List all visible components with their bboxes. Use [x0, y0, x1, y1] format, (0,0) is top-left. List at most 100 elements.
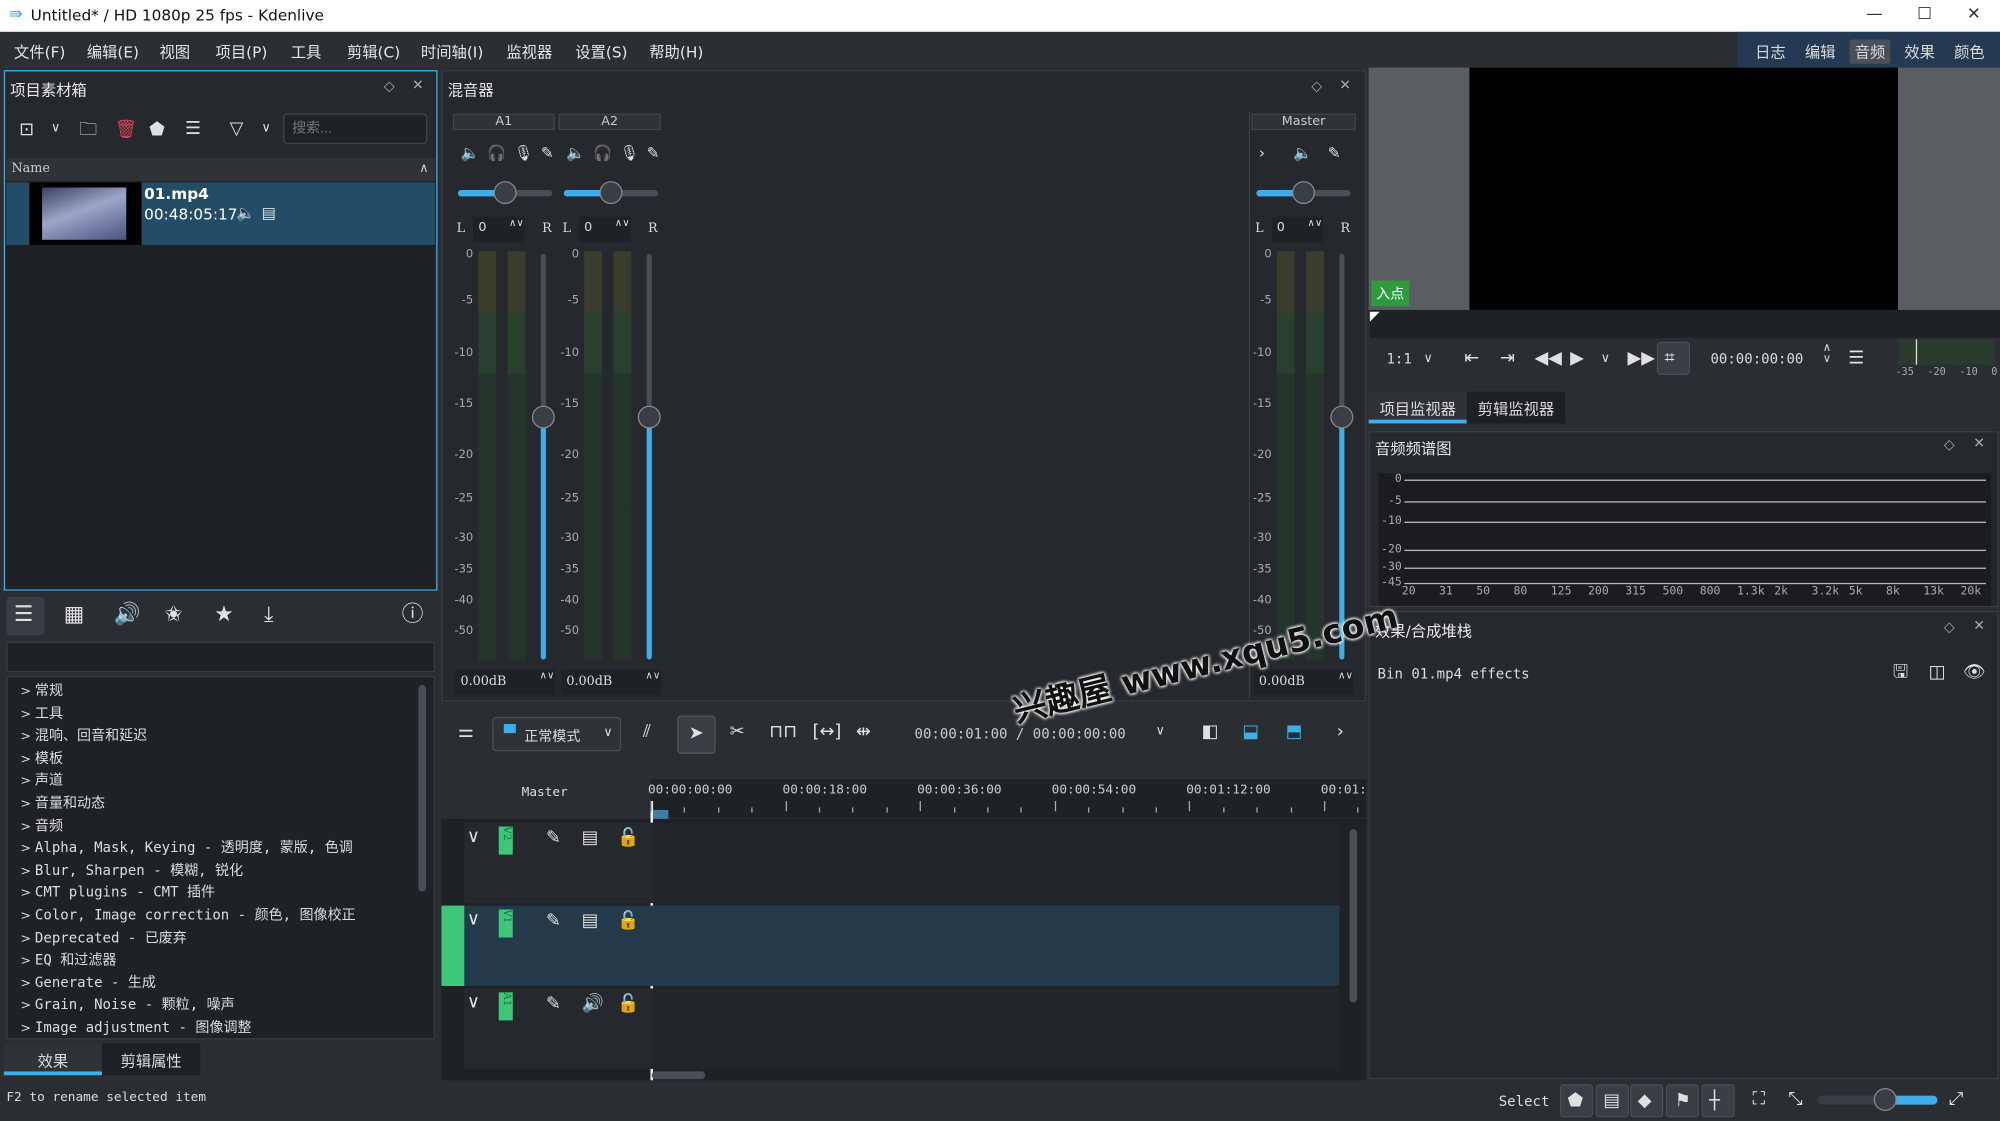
menu-5[interactable]: 剪辑(C) — [347, 41, 400, 63]
chevron-right-icon[interactable]: › — [1259, 145, 1265, 160]
slider-handle[interactable] — [1873, 1088, 1897, 1111]
chevron-down-icon[interactable]: ∨ — [51, 122, 60, 135]
save-effect-icon[interactable]: 🖫 — [1893, 663, 1908, 681]
download-icon[interactable]: ⤓ — [264, 604, 274, 627]
zoom-ratio[interactable]: 1:1 — [1386, 351, 1411, 368]
effect-category[interactable]: > EQ 和过滤器 — [20, 949, 116, 969]
close-icon[interactable]: ✕ — [1973, 617, 1985, 634]
menu-icon[interactable]: ☰ — [185, 120, 201, 138]
play-icon[interactable]: ▶ — [1570, 349, 1584, 367]
menu-0[interactable]: 文件(F) — [14, 41, 65, 63]
stepper-icon[interactable]: ∧∨ — [1307, 217, 1322, 228]
mute-icon[interactable]: 🔈 — [460, 145, 479, 160]
effect-category[interactable]: > Deprecated - 已废弃 — [20, 927, 186, 947]
menu-3[interactable]: 项目(P) — [216, 41, 268, 63]
zoom-in-icon[interactable]: ⤢ — [1949, 1091, 1963, 1109]
menu-2[interactable]: 视图 — [159, 41, 190, 63]
menu-1[interactable]: 编辑(E) — [87, 41, 139, 63]
menu-4[interactable]: 工具 — [291, 41, 322, 63]
solo-icon[interactable]: 🎧 — [487, 145, 506, 160]
stepper-icon[interactable]: ∧∨ — [540, 670, 555, 681]
effects-icon[interactable]: ✎ — [541, 145, 554, 160]
audio-icon[interactable]: 🔈 — [236, 205, 255, 220]
track-A1[interactable]: ∨ A1 ✎ 🔊 🔓 — [441, 988, 1340, 1069]
audio-icon[interactable]: 🔊 — [582, 995, 604, 1013]
track-lane[interactable] — [651, 905, 1340, 986]
pan-knob[interactable] — [493, 181, 517, 205]
effects-icon[interactable]: ✎ — [546, 995, 561, 1013]
info-icon[interactable]: ⓘ — [402, 604, 424, 627]
effect-category[interactable]: > 声道 — [20, 770, 63, 790]
tab-0[interactable]: 效果 — [3, 1043, 103, 1076]
film-icon[interactable]: ▦ — [64, 604, 84, 627]
chevron-down-icon[interactable]: ∨ — [1156, 724, 1165, 738]
select-tool-button[interactable]: ➤ — [677, 715, 716, 754]
razor-all-icon[interactable]: ⫽ — [643, 723, 651, 741]
stepper-icon[interactable]: ∧∨ — [615, 217, 630, 228]
filter-icon[interactable]: ▽ — [230, 120, 244, 138]
edit-mode-dropdown[interactable]: ▀ 正常模式 ∨ — [492, 716, 622, 752]
insert-icon[interactable]: ⬒ — [1286, 723, 1303, 741]
lock-icon[interactable]: 🔓 — [617, 995, 639, 1013]
workspace-tab-3[interactable]: 效果 — [1899, 40, 1940, 64]
float-icon[interactable]: ◇ — [1311, 78, 1322, 95]
effects-search-input[interactable] — [6, 641, 435, 673]
compare-icon[interactable]: ◫ — [1929, 663, 1946, 681]
ripple-icon[interactable]: [↔] — [812, 723, 841, 741]
timecode-stepper[interactable]: ∧ ∨ — [1823, 342, 1831, 366]
effect-category[interactable]: > Generate - 生成 — [20, 972, 156, 992]
effect-category[interactable]: > Alpha, Mask, Keying - 透明度, 蒙版, 色调 — [20, 837, 352, 857]
track-V2[interactable]: ∨ V2 ✎ ▤ 🔓 — [441, 822, 1340, 904]
close-icon[interactable]: ✕ — [1339, 77, 1351, 94]
effect-category[interactable]: > Blur, Sharpen - 模糊, 锐化 — [20, 859, 243, 879]
solo-icon[interactable]: 🎧 — [593, 145, 612, 160]
lock-icon[interactable]: 🔓 — [617, 829, 639, 847]
overwrite-icon[interactable]: ⬓ — [1242, 723, 1259, 741]
collapse-icon[interactable]: ∨ — [467, 911, 480, 929]
cut-icon[interactable]: ✂ — [730, 723, 745, 741]
lock-icon[interactable]: 🔓 — [617, 912, 639, 930]
track-lane[interactable] — [651, 988, 1340, 1069]
set-out-icon[interactable]: ⇥ — [1500, 349, 1515, 367]
delete-icon[interactable]: 🗑 — [115, 121, 138, 139]
minimize-button[interactable]: — — [1866, 5, 1883, 24]
close-icon[interactable]: ✕ — [1973, 435, 1985, 452]
effect-category[interactable]: > 混响、回音和延迟 — [20, 725, 147, 745]
film-icon[interactable]: ▤ — [261, 205, 275, 220]
float-icon[interactable]: ◇ — [384, 78, 395, 95]
workspace-tab-0[interactable]: 日志 — [1750, 40, 1791, 64]
rewind-icon[interactable]: ◀◀ — [1534, 349, 1561, 367]
audio-icon[interactable]: 🔈 — [1293, 145, 1312, 160]
chevron-down-icon[interactable]: ∨ — [1423, 352, 1432, 366]
effects-icon[interactable]: ✎ — [647, 145, 660, 160]
snap-button[interactable]: ┼ — [1701, 1084, 1735, 1118]
stepper-icon[interactable]: ∧∨ — [645, 670, 660, 681]
horizontal-scrollbar[interactable] — [651, 1071, 706, 1080]
track-lane[interactable] — [651, 822, 1340, 904]
pan-input[interactable]: 0 ∧∨ — [473, 216, 525, 243]
audio-icon[interactable]: 🔊 — [114, 604, 141, 627]
effects-icon[interactable]: ✎ — [546, 829, 561, 847]
column-header-name[interactable]: Name ∧ — [6, 158, 435, 182]
effect-category[interactable]: > 音量和动态 — [20, 792, 105, 812]
tab-1[interactable]: 剪辑属性 — [102, 1043, 201, 1076]
thumbnails-button[interactable]: ▤ — [1595, 1084, 1629, 1118]
add-folder-icon[interactable]: 🗀 — [79, 121, 97, 139]
track-V1[interactable]: ∨ V1 ✎ ▤ 🔓 — [441, 905, 1340, 986]
float-icon[interactable]: ◇ — [1944, 436, 1955, 453]
pan-slider[interactable] — [1256, 181, 1351, 205]
zone-marker[interactable] — [653, 809, 669, 819]
waveform-button[interactable]: ◆ — [1630, 1084, 1664, 1118]
tab-1[interactable]: 剪辑监视器 — [1466, 391, 1566, 424]
favorite-star-icon[interactable]: ★ — [214, 604, 233, 627]
collapse-icon[interactable]: ∨ — [467, 828, 480, 846]
menu-8[interactable]: 设置(S) — [575, 41, 627, 63]
workspace-tab-1[interactable]: 编辑 — [1800, 40, 1841, 64]
add-clip-icon[interactable]: ⊡ — [19, 121, 34, 139]
film-icon[interactable]: ▤ — [582, 829, 599, 847]
spacer-icon[interactable]: ⊓⊓ — [769, 723, 797, 741]
video-display[interactable] — [1469, 67, 1898, 310]
tag-button[interactable]: ⬟ — [1559, 1084, 1594, 1118]
chevron-down-icon[interactable]: ∨ — [1601, 352, 1610, 366]
zoom-slider[interactable] — [1817, 1088, 1938, 1111]
